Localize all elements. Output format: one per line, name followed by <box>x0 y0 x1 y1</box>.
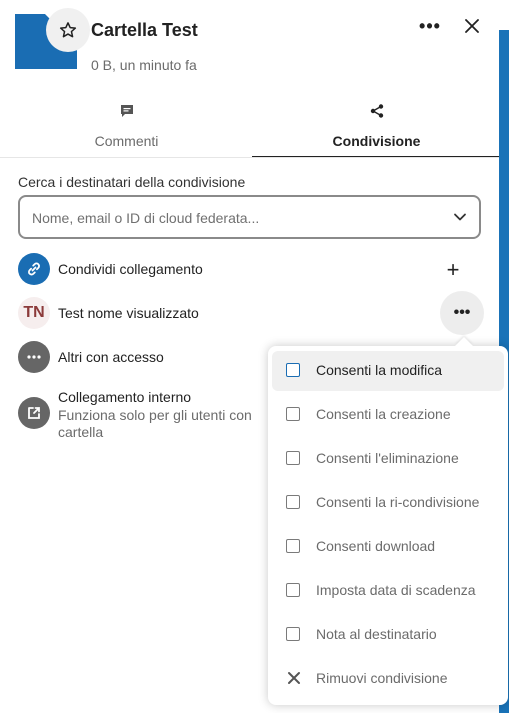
menu-item-label: Imposta data di scadenza <box>316 582 476 598</box>
favorite-button[interactable] <box>46 8 90 52</box>
avatar: TN <box>18 297 50 329</box>
share-permissions-menu: Consenti la modifica Consenti la creazio… <box>268 346 508 705</box>
menu-item-allow-delete[interactable]: Consenti l'eliminazione <box>272 439 504 479</box>
more-horizontal-icon <box>27 355 41 359</box>
user-share-more-button[interactable]: ••• <box>440 291 484 335</box>
tab-sharing[interactable]: Condivisione <box>252 100 499 156</box>
close-icon <box>288 672 300 684</box>
menu-item-label: Consenti download <box>316 538 436 554</box>
internal-link-avatar <box>18 397 50 429</box>
close-icon <box>465 19 479 33</box>
menu-item-allow-reshare[interactable]: Consenti la ri-condivisione <box>272 483 504 523</box>
external-link-icon <box>28 407 40 419</box>
chevron-down-icon[interactable] <box>453 210 467 224</box>
menu-item-label: Consenti l'eliminazione <box>316 450 459 466</box>
checkbox[interactable] <box>286 363 300 377</box>
comment-icon <box>120 105 133 117</box>
tab-bar: Commenti Condivisione <box>0 100 499 158</box>
search-input[interactable] <box>30 207 434 229</box>
file-subtitle: 0 B, un minuto fa <box>91 57 197 73</box>
user-share-label: Test nome visualizzato <box>58 305 199 321</box>
checkbox[interactable] <box>286 407 300 421</box>
internal-link-title: Collegamento interno <box>58 389 192 405</box>
checkbox[interactable] <box>286 583 300 597</box>
share-link-label: Condividi collegamento <box>58 261 203 277</box>
menu-item-label: Consenti la ri-condivisione <box>316 494 480 510</box>
recipient-search[interactable] <box>18 195 481 239</box>
checkbox[interactable] <box>286 539 300 553</box>
menu-item-expiration-date[interactable]: Imposta data di scadenza <box>272 571 504 611</box>
menu-item-label: Nota al destinatario <box>316 626 437 642</box>
share-icon <box>370 104 383 118</box>
checkbox[interactable] <box>286 495 300 509</box>
header-more-button[interactable]: ••• <box>418 14 442 38</box>
search-label: Cerca i destinatari della condivisione <box>18 174 246 190</box>
others-with-access-label: Altri con accesso <box>58 349 164 365</box>
menu-item-allow-create[interactable]: Consenti la creazione <box>272 395 504 435</box>
tab-comments[interactable]: Commenti <box>2 100 251 156</box>
others-avatar <box>18 341 50 373</box>
menu-item-label: Consenti la creazione <box>316 406 451 422</box>
star-icon <box>59 22 77 38</box>
link-avatar <box>18 253 50 285</box>
checkbox[interactable] <box>286 627 300 641</box>
user-share-row: TN Test nome visualizzato <box>18 297 478 331</box>
menu-item-label: Consenti la modifica <box>316 362 443 378</box>
tab-sharing-label: Condivisione <box>332 133 421 149</box>
tabs-divider <box>0 157 499 158</box>
share-link-row[interactable]: Condividi collegamento <box>18 253 478 287</box>
menu-item-remove-share[interactable]: Rimuovi condivisione <box>272 659 504 699</box>
close-button[interactable] <box>460 14 484 38</box>
internal-link-description: Funziona solo per gli utenti con cartell… <box>58 407 252 440</box>
menu-item-allow-download[interactable]: Consenti download <box>272 527 504 567</box>
menu-item-label: Rimuovi condivisione <box>316 670 448 686</box>
add-share-link-button[interactable]: + <box>436 253 470 287</box>
file-title: Cartella Test <box>91 20 198 40</box>
tab-comments-label: Commenti <box>94 133 159 149</box>
checkbox[interactable] <box>286 451 300 465</box>
menu-item-allow-edit[interactable]: Consenti la modifica <box>272 351 504 391</box>
link-icon <box>28 262 40 276</box>
menu-item-note-to-recipient[interactable]: Nota al destinatario <box>272 615 504 655</box>
